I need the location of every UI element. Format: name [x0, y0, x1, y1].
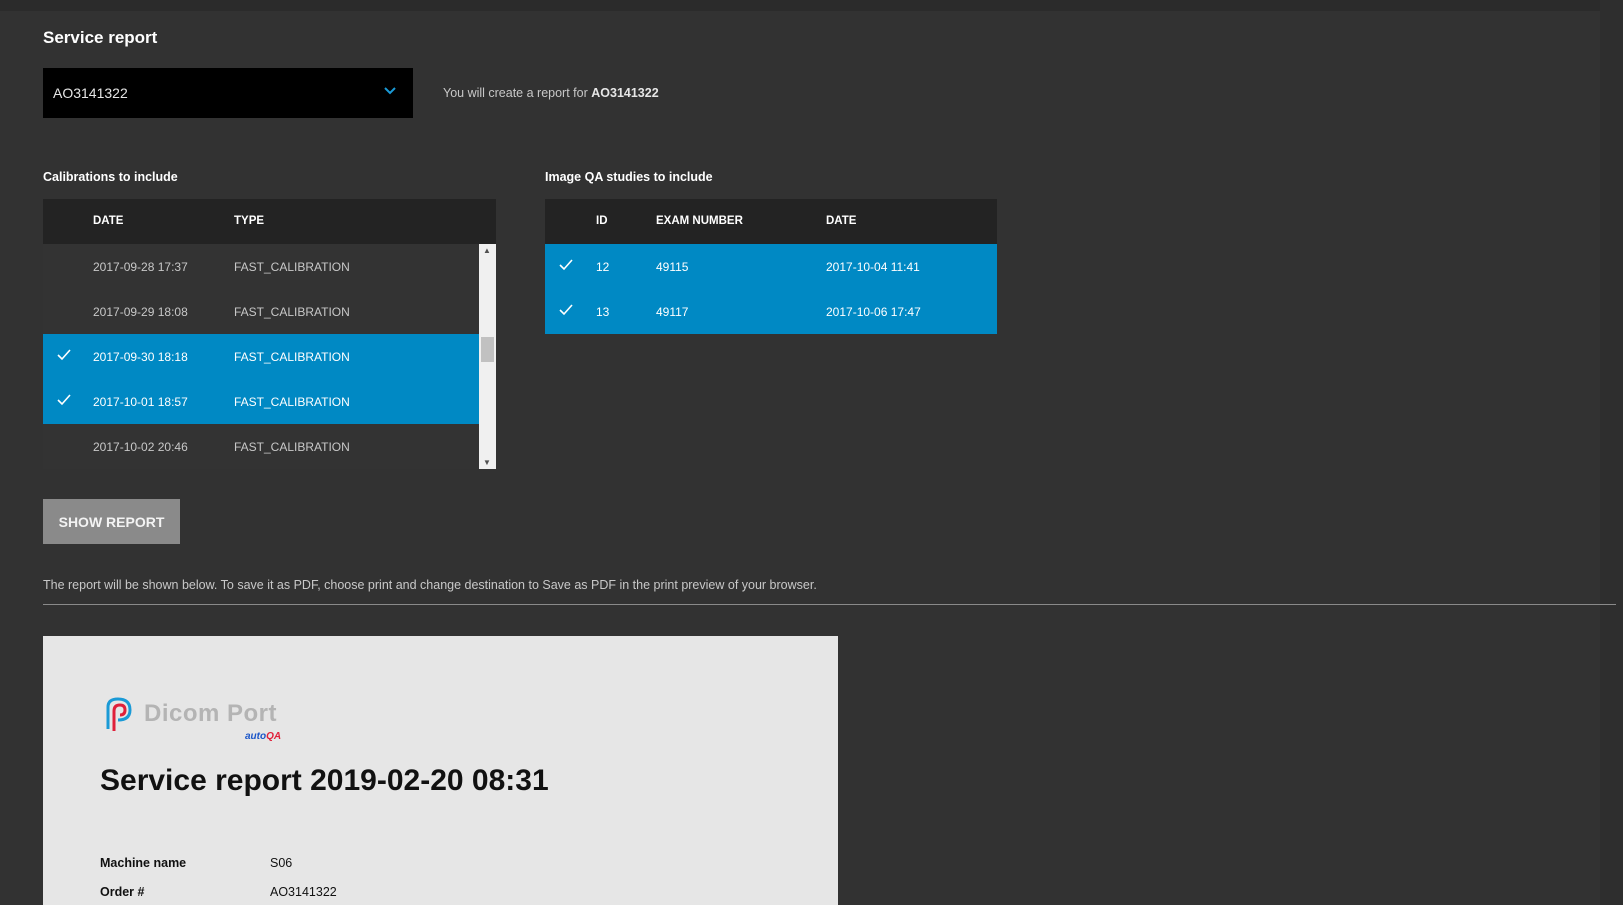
hint-prefix: You will create a report for — [443, 86, 588, 100]
image-qa-label: Image QA studies to include — [545, 170, 713, 184]
machine-select-value: AO3141322 — [53, 85, 128, 101]
report-title: Service report 2019-02-20 08:31 — [100, 764, 549, 797]
checkmark-icon — [57, 349, 71, 361]
report-target-hint: You will create a report for AO3141322 — [443, 86, 659, 100]
page-title: Service report — [43, 28, 158, 47]
image-qa-header: ID EXAM NUMBER DATE — [545, 199, 997, 244]
row-date: 2017-10-02 20:46 — [93, 440, 188, 454]
calibrations-label: Calibrations to include — [43, 170, 178, 184]
col-date: DATE — [93, 215, 124, 227]
row-type: FAST_CALIBRATION — [234, 305, 350, 319]
row-date: 2017-09-30 18:18 — [93, 350, 188, 364]
machine-select[interactable]: AO3141322 — [43, 68, 413, 118]
logo-sub-auto: auto — [245, 731, 267, 742]
row-type: FAST_CALIBRATION — [234, 350, 350, 364]
page-scrollbar[interactable] — [1600, 0, 1623, 905]
row-exam: 49117 — [656, 305, 689, 319]
image-qa-table: ID EXAM NUMBER DATE 12 49115 2017-10-04 … — [545, 199, 997, 334]
row-id: 12 — [596, 260, 610, 274]
pdf-instructions: The report will be shown below. To save … — [43, 578, 817, 592]
row-type: FAST_CALIBRATION — [234, 395, 350, 409]
col-type: TYPE — [234, 215, 265, 227]
divider — [43, 604, 1616, 605]
logo-sub-qa: QA — [266, 731, 282, 742]
calibration-row[interactable]: 2017-10-02 20:46 FAST_CALIBRATION — [43, 424, 479, 469]
row-type: FAST_CALIBRATION — [234, 260, 350, 274]
col-exam-number: EXAM NUMBER — [656, 215, 743, 227]
calibrations-header: DATE TYPE — [43, 199, 496, 244]
calibration-row[interactable]: 2017-09-29 18:08 FAST_CALIBRATION — [43, 289, 479, 334]
scroll-down-icon[interactable]: ▼ — [483, 458, 491, 467]
calibrations-body: 2017-09-28 17:37 FAST_CALIBRATION 2017-0… — [43, 244, 496, 469]
calibration-row[interactable]: 2017-10-01 18:57 FAST_CALIBRATION — [43, 379, 479, 424]
row-type: FAST_CALIBRATION — [234, 440, 350, 454]
hint-machine: AO3141322 — [591, 86, 659, 100]
calibrations-scrollbar[interactable]: ▲ ▼ — [479, 244, 496, 469]
field-label: Machine name — [100, 856, 187, 870]
scroll-up-icon[interactable]: ▲ — [483, 246, 491, 255]
logo-subtext: autoQA — [245, 731, 281, 742]
row-date: 2017-10-06 17:47 — [826, 305, 921, 319]
show-report-button[interactable]: SHOW REPORT — [43, 499, 180, 544]
col-date: DATE — [826, 215, 857, 227]
row-exam: 49115 — [656, 260, 689, 274]
calibrations-table: DATE TYPE 2017-09-28 17:37 FAST_CALIBRAT… — [43, 199, 496, 469]
calibration-row[interactable]: 2017-09-28 17:37 FAST_CALIBRATION — [43, 244, 479, 289]
col-id: ID — [596, 215, 608, 227]
checkmark-icon — [57, 394, 71, 406]
row-id: 13 — [596, 305, 610, 319]
image-qa-row[interactable]: 13 49117 2017-10-06 17:47 — [545, 289, 997, 334]
calibration-row[interactable]: 2017-09-30 18:18 FAST_CALIBRATION — [43, 334, 479, 379]
field-value: S06 — [270, 856, 293, 870]
chevron-down-icon — [384, 87, 396, 95]
row-date: 2017-10-01 18:57 — [93, 395, 188, 409]
image-qa-row[interactable]: 12 49115 2017-10-04 11:41 — [545, 244, 997, 289]
field-label: Order # — [100, 885, 145, 899]
report-preview: Dicom Port autoQA Service report 2019-02… — [43, 636, 838, 905]
field-value: AO3141322 — [270, 885, 337, 899]
scroll-thumb[interactable] — [481, 337, 494, 362]
checkmark-icon — [559, 304, 573, 316]
row-date: 2017-10-04 11:41 — [826, 260, 920, 274]
logo-text: Dicom Port — [144, 700, 278, 727]
checkmark-icon — [559, 259, 573, 271]
row-date: 2017-09-28 17:37 — [93, 260, 188, 274]
row-date: 2017-09-29 18:08 — [93, 305, 188, 319]
top-strip — [0, 0, 1623, 11]
